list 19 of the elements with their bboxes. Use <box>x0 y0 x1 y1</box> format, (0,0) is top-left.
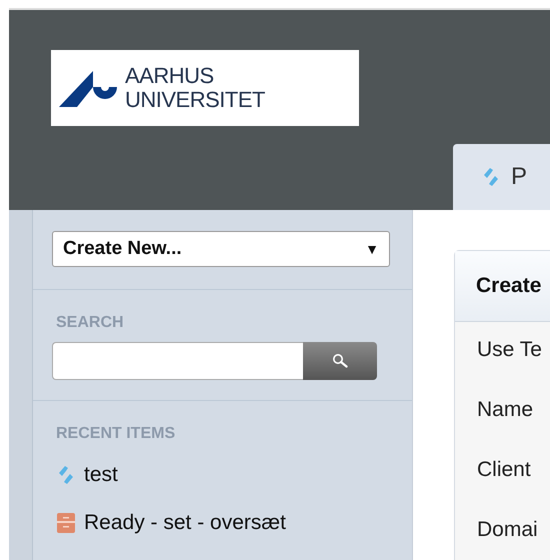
search-button[interactable] <box>303 342 377 380</box>
panel-title: Create <box>455 251 550 322</box>
tab[interactable]: P <box>453 144 550 210</box>
logo-text: AARHUS <box>125 64 214 88</box>
section-heading: RECENT ITEMS <box>56 425 176 443</box>
create-new-dropdown[interactable]: Create New... ▼ <box>52 231 390 267</box>
arrows-icon <box>481 167 501 187</box>
arrows-icon <box>56 465 76 485</box>
recent-item[interactable]: Ready - set - oversæt <box>56 507 392 539</box>
logo-text: UNIVERSITET <box>125 88 265 112</box>
cabinet-icon <box>56 512 76 534</box>
search-field[interactable] <box>52 342 303 380</box>
field-label: Use Te <box>477 338 543 362</box>
field-label: Name <box>477 398 534 422</box>
field-label: Domai <box>477 518 539 542</box>
field-label: Client <box>477 458 532 482</box>
recent-item[interactable]: test <box>56 459 392 491</box>
search-icon <box>332 353 348 369</box>
section-heading: SEARCH <box>56 314 125 332</box>
